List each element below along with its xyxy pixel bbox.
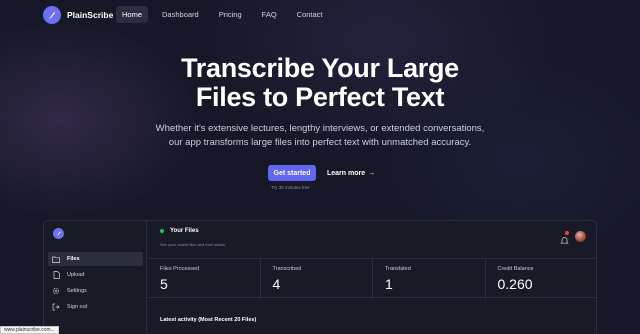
stat-transcribed: Transcribed 4 [261,259,373,299]
sidebar-item-label: Sign out [67,304,88,310]
files-subtitle: See your recent files and their status [160,242,225,247]
nav-link-pricing[interactable]: Pricing [213,6,248,23]
stat-value: 1 [385,276,393,292]
hero-subtitle-line2: our app transforms large files into perf… [168,137,472,148]
folder-icon [52,255,60,263]
files-title: Your Files [170,228,199,234]
notification-badge [565,231,569,235]
sidebar-logo-icon[interactable] [53,228,64,239]
hero-title-line1: Transcribe Your Large [181,53,459,83]
get-started-button[interactable]: Get started [268,165,316,181]
logo-icon[interactable] [43,6,61,24]
sidebar-item-label: Files [67,256,80,262]
learn-more-link[interactable]: Learn more → [327,170,375,177]
stat-value: 4 [272,276,281,292]
status-url: www.plainscribe.com... [0,326,59,334]
nav-link-contact[interactable]: Contact [291,6,329,23]
arrow-right-icon: → [368,169,376,177]
nav-link-faq[interactable]: FAQ [256,6,283,23]
stats-row: Files Processed 5 Transcribed 4 Translat… [148,258,597,299]
navbar: PlainScribe [43,6,113,24]
learn-more-label: Learn more [327,169,366,177]
sidebar-item-files[interactable]: Files [48,252,143,266]
sidebar-item-signout[interactable]: Sign out [48,300,143,314]
files-header: Your Files [160,228,199,234]
brand-name[interactable]: PlainScribe [67,10,113,20]
stat-files-processed: Files Processed 5 [148,259,261,299]
avatar[interactable] [575,231,586,242]
activity-title: Latest activity (Most Recent 20 Files) [160,317,257,323]
hero-subtitle-line1: Whether it's extensive lectures, lengthy… [155,123,485,134]
status-dot-icon [160,229,164,233]
files-panel: Your Files See your recent files and the… [148,221,597,334]
stat-credit-balance: Credit Balance 0.260 [486,259,597,299]
nav-link-dashboard[interactable]: Dashboard [156,6,205,23]
sidebar-item-upload[interactable]: Upload [48,268,143,282]
gear-icon [52,287,60,295]
sidebar-item-label: Upload [67,272,85,278]
stat-value: 5 [160,276,168,292]
sidebar: Files Upload Settings Sign out [44,221,147,334]
upload-icon [52,271,60,279]
stat-translated: Translated 1 [373,259,486,299]
nav-links: Home Dashboard Pricing FAQ Contact [116,6,337,23]
trial-note: Try 30 minutes free [271,185,310,190]
hero-title-line2: Files to Perfect Text [195,82,445,112]
signout-icon [52,303,60,311]
nav-link-home[interactable]: Home [116,6,149,23]
hero-title: Transcribe Your Large Files to Perfect T… [0,54,640,112]
sidebar-item-label: Settings [67,288,87,294]
sidebar-item-settings[interactable]: Settings [48,284,143,298]
stat-label: Transcribed [272,266,302,272]
bell-icon[interactable] [560,231,570,244]
stat-label: Files Processed [160,266,200,272]
stat-label: Credit Balance [497,266,534,272]
cta-row: Get started Learn more → [268,165,375,181]
hero-subtitle: Whether it's extensive lectures, lengthy… [0,122,640,150]
stat-label: Translated [385,266,411,272]
app-preview: Files Upload Settings Sign out Your File… [43,220,597,334]
stat-value: 0.260 [497,276,533,292]
